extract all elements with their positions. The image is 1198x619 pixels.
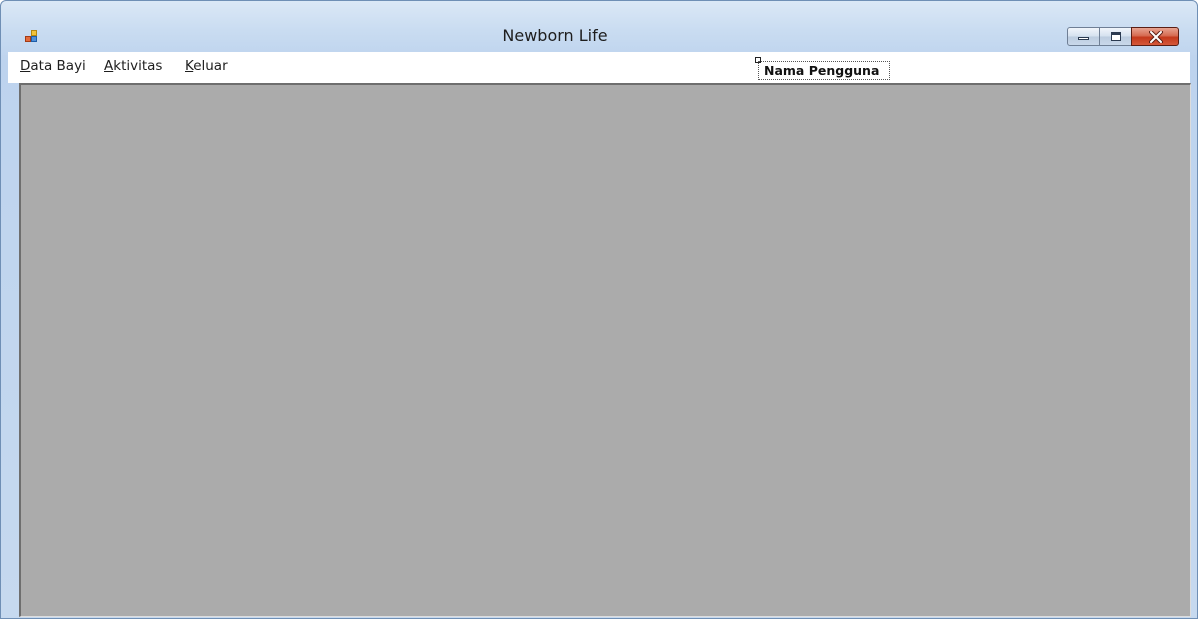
app-window: Newborn Life Data Bayi Aktivitas Keluar … (0, 0, 1198, 619)
menu-label: ata Bayi (30, 58, 86, 74)
minimize-button[interactable] (1067, 27, 1100, 46)
menu-hotkey: A (104, 58, 114, 74)
title-bar[interactable]: Newborn Life (1, 1, 1197, 49)
menu-aktivitas[interactable]: Aktivitas (104, 58, 162, 74)
maximize-button[interactable] (1099, 27, 1132, 46)
menu-label: ktivitas (113, 58, 163, 74)
window-title: Newborn Life (502, 26, 608, 45)
user-name-label[interactable]: Nama Pengguna (758, 61, 891, 80)
menu-hotkey: D (20, 58, 31, 74)
menu-bar: Data Bayi Aktivitas Keluar Nama Pengguna (8, 52, 1190, 83)
mdi-client-area[interactable] (19, 83, 1191, 617)
minimize-icon (1078, 37, 1089, 40)
menu-data-bayi[interactable]: Data Bayi (20, 58, 86, 74)
menu-label: eluar (193, 58, 228, 74)
close-button[interactable] (1131, 27, 1179, 46)
close-icon (1149, 31, 1163, 43)
menu-keluar[interactable]: Keluar (185, 58, 228, 74)
maximize-icon (1111, 32, 1121, 41)
menu-hotkey: K (185, 58, 194, 74)
